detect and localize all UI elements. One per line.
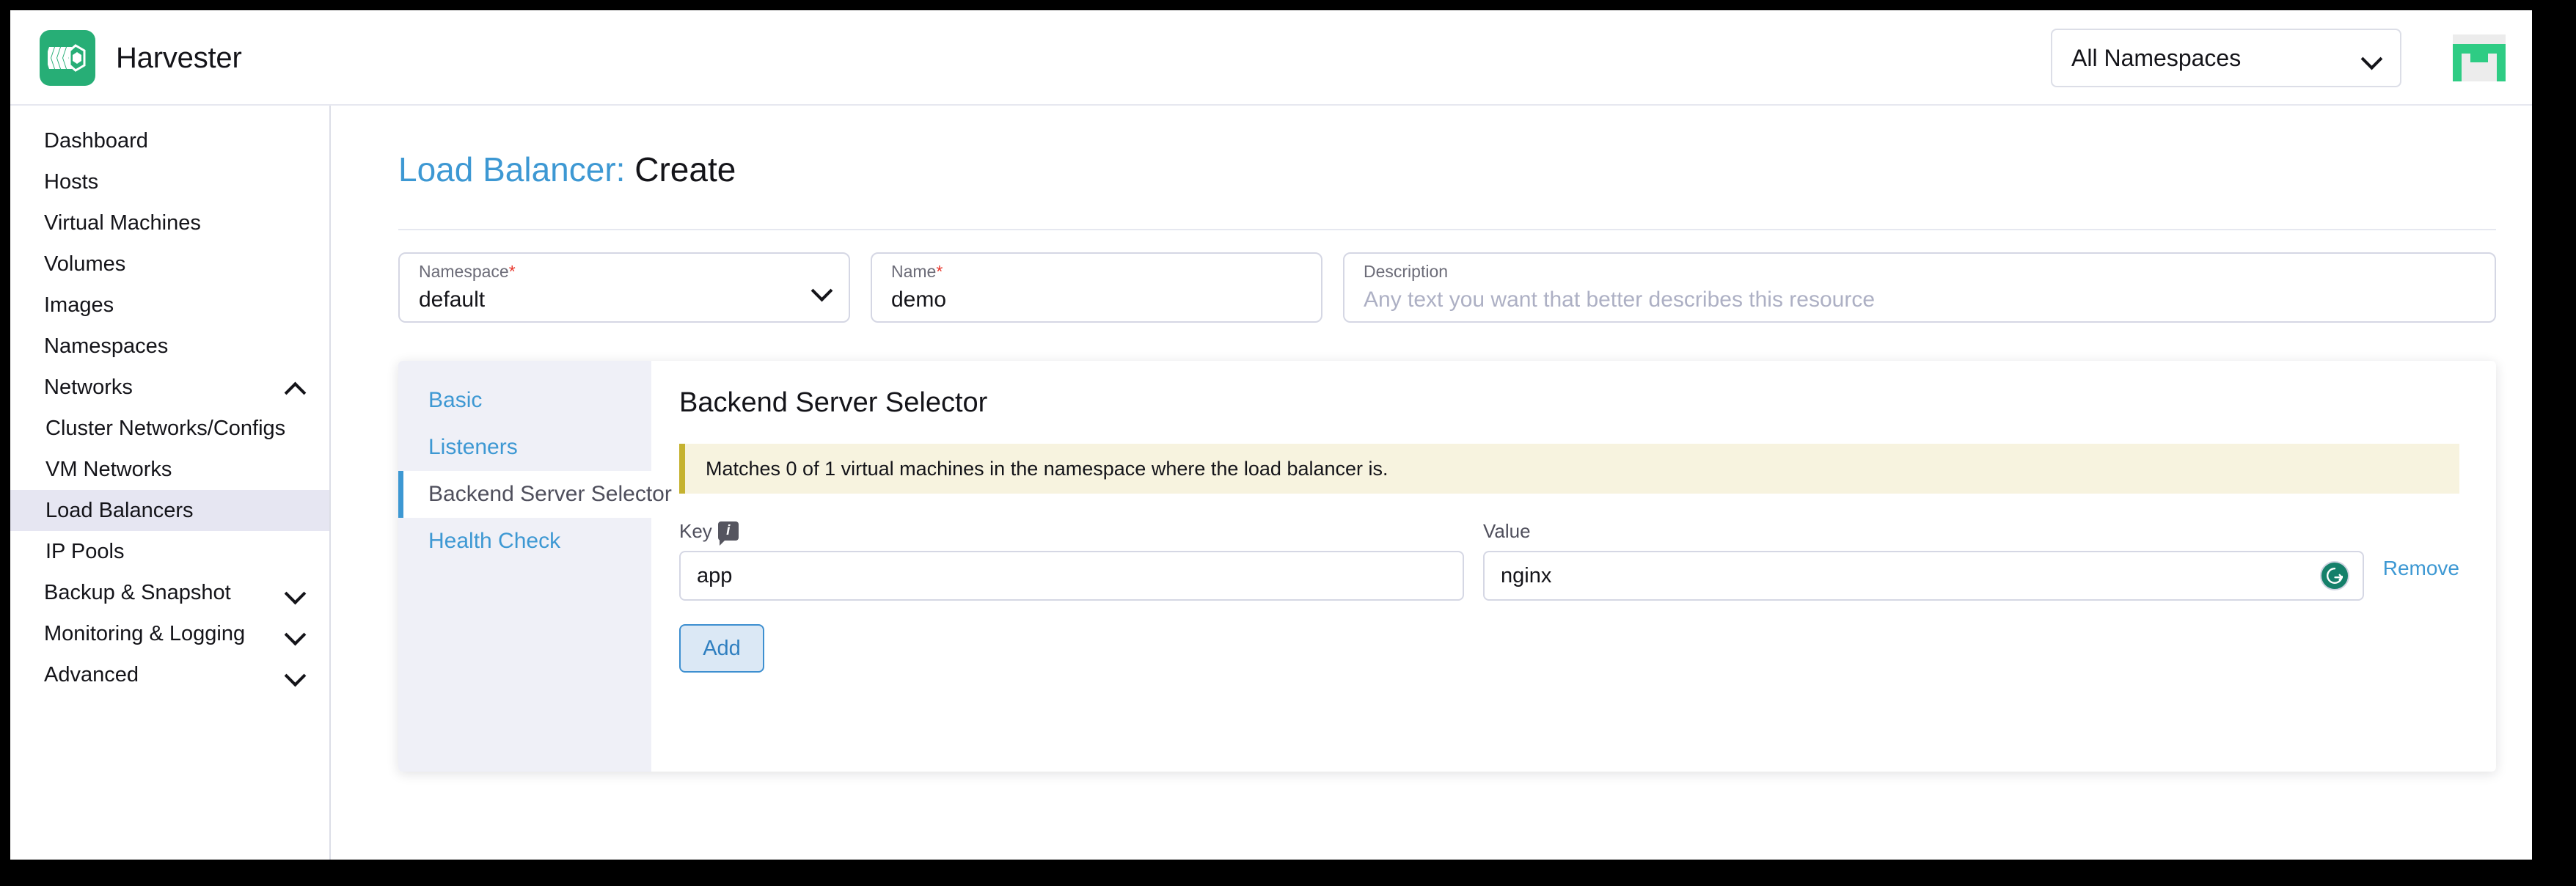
sidebar-item-label: Volumes xyxy=(44,252,304,277)
title-divider xyxy=(398,229,2496,230)
namespace-filter-dropdown[interactable]: All Namespaces xyxy=(2051,29,2401,87)
selector-row: Key i app Value nginx xyxy=(679,519,2459,601)
tab-basic[interactable]: Basic xyxy=(398,377,651,424)
value-column: Value nginx xyxy=(1483,519,2364,601)
application-window: Harvester All Namespaces Dashboard Hosts… xyxy=(10,10,2532,860)
sidebar-item-vm-networks[interactable]: VM Networks xyxy=(10,449,329,490)
sidebar-item-label: IP Pools xyxy=(45,540,304,564)
value-input-value: nginx xyxy=(1501,564,2346,588)
sidebar-item-label: Cluster Networks/Configs xyxy=(45,417,304,441)
brand[interactable]: Harvester xyxy=(40,30,242,86)
chevron-up-icon xyxy=(285,378,304,397)
key-label: Key i xyxy=(679,519,1464,543)
sidebar-item-label: Virtual Machines xyxy=(44,211,304,235)
tab-label: Backend Server Selector xyxy=(428,482,672,507)
sidebar-item-label: Load Balancers xyxy=(45,499,304,523)
name-field[interactable]: Name* demo xyxy=(871,252,1322,323)
key-input-value: app xyxy=(697,564,1446,588)
harvester-logo-icon xyxy=(40,30,95,86)
grammarly-icon[interactable] xyxy=(2320,561,2349,590)
brand-title: Harvester xyxy=(116,42,242,75)
sidebar-item-label: Advanced xyxy=(44,663,285,687)
required-marker: * xyxy=(936,262,943,281)
page-title-action: Create xyxy=(634,150,736,188)
sidebar-item-label: Dashboard xyxy=(44,129,304,153)
sidebar-item-virtual-machines[interactable]: Virtual Machines xyxy=(10,202,329,244)
sidebar-group-networks[interactable]: Networks xyxy=(10,367,329,408)
tab-listeners[interactable]: Listeners xyxy=(398,424,651,471)
chevron-down-icon xyxy=(812,280,831,299)
sidebar-item-dashboard[interactable]: Dashboard xyxy=(10,120,329,161)
top-header-bar: Harvester All Namespaces xyxy=(10,10,2532,106)
chevron-down-icon xyxy=(2362,48,2381,67)
sidebar-item-label: Monitoring & Logging xyxy=(44,622,285,646)
panel-tab-content: Backend Server Selector Matches 0 of 1 v… xyxy=(651,361,2496,772)
chevron-down-icon xyxy=(285,583,304,602)
user-avatar-identicon[interactable] xyxy=(2453,34,2506,81)
info-tooltip-icon[interactable]: i xyxy=(718,521,739,541)
match-info-text: Matches 0 of 1 virtual machines in the n… xyxy=(706,458,1388,480)
sidebar-item-label: Hosts xyxy=(44,170,304,194)
required-marker: * xyxy=(509,262,516,281)
main-content: Load Balancer: Create Namespace* default… xyxy=(332,106,2532,860)
tab-backend-server-selector[interactable]: Backend Server Selector xyxy=(398,471,651,518)
sidebar-item-ip-pools[interactable]: IP Pools xyxy=(10,531,329,572)
description-field-label: Description xyxy=(1364,263,2476,281)
add-selector-button[interactable]: Add xyxy=(679,624,764,673)
sidebar-item-hosts[interactable]: Hosts xyxy=(10,161,329,202)
namespace-field[interactable]: Namespace* default xyxy=(398,252,850,323)
resource-header-form: Namespace* default Name* demo Descriptio… xyxy=(398,252,2496,323)
value-label-text: Value xyxy=(1483,520,1531,543)
namespace-label-text: Namespace xyxy=(419,262,509,281)
key-input[interactable]: app xyxy=(679,551,1464,601)
sidebar-item-label: Backup & Snapshot xyxy=(44,581,285,605)
sidebar-item-volumes[interactable]: Volumes xyxy=(10,244,329,285)
sidebar-group-advanced[interactable]: Advanced xyxy=(10,654,329,695)
chevron-down-icon xyxy=(285,624,304,643)
sidebar-group-backup-snapshot[interactable]: Backup & Snapshot xyxy=(10,572,329,613)
sidebar-item-namespaces[interactable]: Namespaces xyxy=(10,326,329,367)
loadbalancer-config-panel: Basic Listeners Backend Server Selector … xyxy=(398,361,2496,772)
page-title: Load Balancer: Create xyxy=(398,150,736,189)
sidebar-item-load-balancers[interactable]: Load Balancers xyxy=(10,490,329,531)
section-title: Backend Server Selector xyxy=(679,387,2459,419)
sidebar-item-label: VM Networks xyxy=(45,458,304,482)
sidebar-item-label: Namespaces xyxy=(44,334,304,359)
key-label-text: Key xyxy=(679,520,712,543)
value-input[interactable]: nginx xyxy=(1483,551,2364,601)
sidebar-item-label: Networks xyxy=(44,376,285,400)
key-column: Key i app xyxy=(679,519,1464,601)
panel-tab-list: Basic Listeners Backend Server Selector … xyxy=(398,361,651,772)
tab-label: Health Check xyxy=(428,529,560,554)
sidebar-group-monitoring-logging[interactable]: Monitoring & Logging xyxy=(10,613,329,654)
page-title-resource: Load Balancer: xyxy=(398,150,625,188)
value-label: Value xyxy=(1483,519,2364,543)
chevron-down-icon xyxy=(285,665,304,684)
name-field-value: demo xyxy=(891,288,1302,312)
match-info-banner: Matches 0 of 1 virtual machines in the n… xyxy=(679,444,2459,494)
remove-selector-link[interactable]: Remove xyxy=(2383,557,2459,580)
sidebar-item-label: Images xyxy=(44,293,304,318)
namespace-field-label: Namespace* xyxy=(419,263,830,281)
description-field-placeholder: Any text you want that better describes … xyxy=(1364,288,2476,312)
description-field[interactable]: Description Any text you want that bette… xyxy=(1343,252,2496,323)
sidebar-item-images[interactable]: Images xyxy=(10,285,329,326)
tab-label: Basic xyxy=(428,388,482,413)
namespace-filter-value: All Namespaces xyxy=(2071,45,2362,72)
tab-label: Listeners xyxy=(428,435,518,460)
sidebar-navigation: Dashboard Hosts Virtual Machines Volumes… xyxy=(10,106,331,860)
name-label-text: Name xyxy=(891,262,936,281)
tab-health-check[interactable]: Health Check xyxy=(398,518,651,565)
sidebar-item-cluster-networks-configs[interactable]: Cluster Networks/Configs xyxy=(10,408,329,449)
name-field-label: Name* xyxy=(891,263,1302,281)
namespace-field-value: default xyxy=(419,288,830,312)
